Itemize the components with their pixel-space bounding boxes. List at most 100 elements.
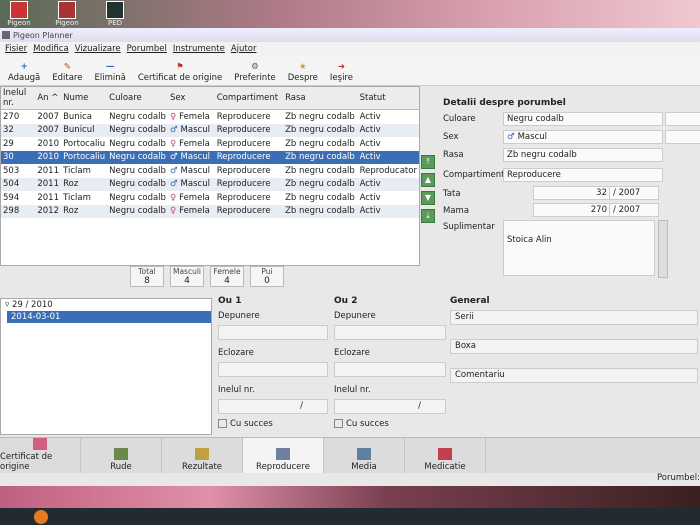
egg1-inel-label: Inelul nr.: [218, 385, 255, 395]
toolbar-button[interactable]: ⚑ Certificat de origine: [132, 61, 228, 84]
pedigree-tab-icon: [33, 438, 47, 450]
menu-vizualizare[interactable]: Vizualizare: [73, 44, 123, 54]
table-cell: Reproducere: [216, 192, 271, 203]
move-top-icon[interactable]: ⤒: [421, 155, 435, 169]
firefox-icon[interactable]: [34, 510, 48, 524]
menu-ajutor[interactable]: Ajutor: [229, 44, 259, 54]
egg1-success-label: Cu succes: [230, 419, 273, 429]
tata-ring-field: 32: [533, 186, 612, 200]
table-cell: Zb negru codalb: [283, 204, 358, 218]
tab-rezultate[interactable]: Rezultate: [162, 438, 243, 474]
boxa-field[interactable]: Boxa: [450, 339, 698, 354]
media-icon: [357, 448, 371, 460]
move-down-icon[interactable]: ▼: [421, 191, 435, 205]
table-cell: 29: [3, 138, 14, 149]
label-sex: Sex: [443, 132, 459, 142]
count-box: Total 8: [130, 266, 164, 287]
serii-field[interactable]: Serii: [450, 310, 698, 325]
table-row[interactable]: 504 2011 Roz Negru codalb ♂ Mascul Reproducer…: [1, 177, 419, 191]
label-tata: Tata: [443, 189, 461, 199]
table-cell: 2007: [37, 111, 59, 122]
egg1-eclozare-field[interactable]: [218, 362, 328, 377]
table-row[interactable]: 594 2011 Ticlam Negru codalb ♀ Femela Reprodu…: [1, 191, 419, 205]
column-header[interactable]: Nume: [61, 87, 108, 110]
tab-certificat-de-origine[interactable]: Certificat de origine: [0, 438, 81, 474]
tab-media[interactable]: Media: [324, 438, 405, 474]
add-icon: +: [20, 61, 28, 72]
app-icon: [2, 31, 10, 39]
table-row[interactable]: 270 2007 Bunica Negru codalb ♀ Femela Reprodu…: [1, 110, 419, 124]
app-icon: [106, 1, 124, 19]
desktop-icon[interactable]: PED: [98, 1, 132, 27]
egg1-success-checkbox[interactable]: Cu succes: [218, 419, 328, 429]
column-header[interactable]: An ^: [35, 87, 62, 110]
egg1-inel-field[interactable]: /: [218, 399, 328, 414]
label-rasa: Rasa: [443, 150, 464, 160]
desktop-icon[interactable]: Pigeon: [2, 1, 36, 27]
column-header[interactable]: Statut: [357, 87, 419, 110]
egg2-eclozare-label: Eclozare: [334, 348, 370, 358]
column-header[interactable]: Compartiment: [214, 87, 284, 110]
tab-rude[interactable]: Rude: [81, 438, 162, 474]
comentariu-field[interactable]: Comentariu: [450, 368, 698, 383]
count-box: Pui 0: [250, 266, 284, 287]
egg1-depunere-field[interactable]: [218, 325, 328, 340]
taskbar: [0, 508, 700, 525]
table-row[interactable]: 32 2007 Bunicul Negru codalb ♂ Mascul Reprodu…: [1, 123, 419, 137]
toolbar-button[interactable]: + Adaugă: [2, 61, 46, 84]
table-cell: Bunica: [63, 111, 92, 122]
toolbar-button[interactable]: ➜ Ieşire: [324, 61, 359, 84]
table-cell: Reproducere: [214, 150, 284, 164]
table-cell: 2012: [35, 204, 62, 218]
column-header[interactable]: Culoare: [107, 87, 168, 110]
toolbar-button[interactable]: ✎ Editare: [46, 61, 88, 84]
menu-modifica[interactable]: Modifica: [31, 44, 71, 54]
table-row[interactable]: 30 2010 Portocaliu Negru codalb ♂ Mascul Repr…: [1, 150, 419, 164]
tab-medicatie[interactable]: Medicatie: [405, 438, 486, 474]
menu-fisier[interactable]: Fisier: [3, 44, 29, 54]
egg1-title: Ou 1: [218, 296, 242, 306]
suplimentar-scrollbar[interactable]: [658, 220, 668, 278]
column-header[interactable]: Inelul nr.: [1, 87, 36, 110]
egg2-depunere-field[interactable]: [334, 325, 446, 340]
move-up-icon[interactable]: ▲: [421, 173, 435, 187]
checkbox-icon: [334, 419, 343, 428]
tab-reproducere[interactable]: Reproducere: [243, 438, 324, 474]
tree-parent-node[interactable]: ▿ 29 / 2010: [1, 299, 211, 311]
table-cell: 504: [1, 177, 36, 191]
column-header[interactable]: Sex: [167, 87, 215, 110]
table-cell: Reproducere: [214, 177, 284, 191]
table-cell: Activ: [359, 138, 381, 149]
rasa-field: Zb negru codalb: [503, 148, 663, 162]
egg2-panel: Ou 2 Depunere Eclozare Inelul nr. / Cu s…: [334, 296, 446, 429]
title-bar[interactable]: Pigeon Planner: [0, 28, 700, 42]
table-cell: Reproducere: [216, 111, 271, 122]
toolbar-button[interactable]: ⚙ Preferinte: [228, 61, 282, 84]
menu-porumbel[interactable]: Porumbel: [125, 44, 169, 54]
tree-child-node[interactable]: 2014-03-01: [7, 311, 211, 323]
table-cell: Zb negru codalb: [283, 123, 358, 137]
comentariu-label: Comentariu: [455, 370, 505, 380]
table-cell: Zb negru codalb: [285, 165, 355, 176]
table-cell: ♂ Mascul: [167, 177, 215, 191]
app-icon: [58, 1, 76, 19]
table-row[interactable]: 298 2012 Roz Negru codalb ♀ Femela Reproducer…: [1, 204, 419, 218]
menu-instrumente[interactable]: Instrumente: [171, 44, 227, 54]
medication-icon: [438, 448, 452, 460]
sex-text: Femela: [179, 192, 210, 203]
table-cell: Zb negru codalb: [285, 111, 355, 122]
egg2-eclozare-field[interactable]: [334, 362, 446, 377]
move-bottom-icon[interactable]: ⤓: [421, 209, 435, 223]
egg2-inel-field[interactable]: /: [334, 399, 446, 414]
tab-label: Rude: [110, 462, 132, 472]
toolbar-button[interactable]: ★ Despre: [282, 61, 324, 84]
column-header[interactable]: Rasa: [283, 87, 358, 110]
egg2-success-checkbox[interactable]: Cu succes: [334, 419, 446, 429]
table-row[interactable]: 503 2011 Ticlam Negru codalb ♂ Mascul Reprodu…: [1, 164, 419, 178]
toolbar-button-label: Ieşire: [329, 73, 353, 83]
toolbar-button[interactable]: — Elimină: [88, 61, 131, 84]
table-row[interactable]: 29 2010 Portocaliu Negru codalb ♀ Femela Repr…: [1, 137, 419, 151]
egg1-slash: /: [300, 401, 303, 411]
culoare-field: Negru codalb: [503, 112, 663, 126]
culoare-extra-field: [665, 112, 700, 126]
